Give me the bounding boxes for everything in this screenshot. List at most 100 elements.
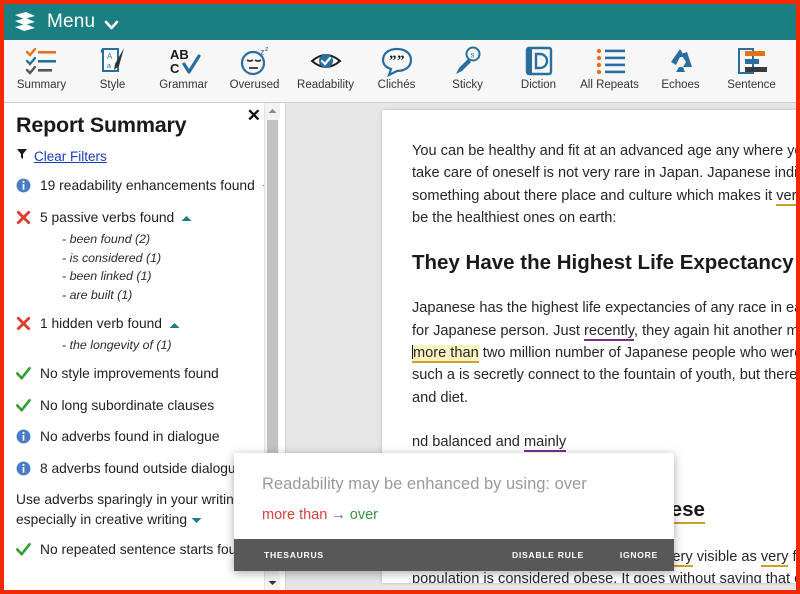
flagged-phrase[interactable]: is considered: [483, 570, 570, 583]
popup-hint-text: Readability may be enhanced by using: ov…: [262, 475, 587, 493]
popup-action-bar: THESAURUS DISABLE RULE IGNORE: [234, 539, 674, 571]
document-heading: They Have the Highest Life Expectancy: [412, 251, 794, 275]
ribbon-item-readability[interactable]: Readability: [290, 40, 361, 91]
arrow-right-icon: →: [331, 507, 346, 523]
ribbon-label: Clichés: [377, 79, 416, 91]
chevron-down-icon[interactable]: [191, 512, 202, 527]
top-menu-bar: Menu: [4, 4, 796, 40]
workspace: Report Summary Clear Filters 19 readabil…: [4, 103, 796, 590]
disable-rule-button[interactable]: DISABLE RULE: [512, 550, 584, 560]
scroll-down-arrow-icon[interactable]: [265, 575, 280, 590]
flagged-phrase-text: more than: [413, 344, 479, 361]
document-paragraph: Japanese has the highest life expectanci…: [412, 297, 796, 409]
ribbon-item-cliches[interactable]: ” ” Clichés: [361, 40, 432, 91]
summary-item[interactable]: 1 hidden verb found - the longevity of (…: [16, 314, 273, 355]
ribbon-label: All Repeats: [580, 79, 639, 91]
popup-body: Readability may be enhanced by using: ov…: [234, 453, 674, 539]
ignore-button[interactable]: IGNORE: [620, 550, 658, 560]
scroll-up-arrow-icon[interactable]: [265, 103, 280, 118]
summary-item[interactable]: 5 passive verbs found - been found (2) -…: [16, 208, 273, 306]
scroll-quill-icon: A a: [96, 45, 130, 77]
popup-suggestion[interactable]: more than → over: [262, 507, 646, 523]
sublist-entry: - been linked (1): [62, 269, 152, 284]
check-icon: [16, 540, 33, 563]
flagged-phrase-active[interactable]: more than: [412, 344, 479, 363]
ribbon-label: Overused: [229, 79, 280, 91]
text-run: that obesi: [765, 570, 796, 583]
text-run: two million number of Japanese people wh…: [482, 344, 796, 361]
ribbon-item-all-repeats[interactable]: All Repeats: [574, 40, 645, 91]
svg-text:s: s: [470, 51, 474, 60]
svg-text:AB: AB: [170, 47, 189, 62]
suggestion-original: more than: [262, 507, 328, 523]
chevron-down-icon[interactable]: [104, 17, 119, 30]
sticky-pen-icon: s: [451, 45, 485, 77]
flagged-word[interactable]: very: [776, 187, 796, 206]
suggestion-popup[interactable]: Readability may be enhanced by using: ov…: [234, 453, 674, 571]
summary-item-text: 19 readability enhancements found: [40, 178, 255, 193]
check-icon: [16, 396, 33, 419]
text-run: and diet.: [412, 389, 468, 406]
text-run: visible as: [692, 548, 761, 565]
ribbon-label: Grammar: [159, 79, 208, 91]
ribbon-item-grammar[interactable]: AB C Grammar: [148, 40, 219, 91]
prowritingaid-window: Menu Summary A a Style AB C Grammar z z …: [0, 0, 800, 594]
close-panel-button[interactable]: ✕: [247, 107, 261, 124]
stacked-pages-logo-icon: [12, 11, 38, 33]
svg-text:z: z: [265, 46, 269, 53]
summary-sublist: - been found (2) - is considered (1) - b…: [62, 230, 273, 305]
panel-title: Report Summary: [16, 113, 187, 137]
funnel-icon: [16, 147, 28, 165]
ribbon-item-summary[interactable]: Summary: [6, 40, 77, 91]
text-run: for Japanese person. Just: [412, 322, 584, 339]
ribbon-label: Style: [99, 79, 126, 91]
summary-item-text: No adverbs found in dialogue: [40, 429, 220, 445]
chevron-up-icon[interactable]: [169, 315, 180, 335]
summary-item-text: 1 hidden verb found: [40, 316, 162, 332]
flagged-word[interactable]: recently: [583, 322, 635, 341]
quote-bubble-icon: ” ”: [380, 45, 414, 77]
menu-label[interactable]: Menu: [47, 11, 95, 33]
text-run: You can be healthy and fit at an advance…: [412, 143, 796, 159]
ribbon-item-overused[interactable]: z z Overused: [219, 40, 290, 91]
sublist-entry: - the longevity of (1): [62, 338, 172, 353]
summary-item[interactable]: No long subordinate clauses: [16, 396, 273, 419]
document-paragraph: You can be healthy and fit at an advance…: [412, 140, 796, 229]
chevron-up-icon[interactable]: [181, 208, 192, 228]
sleeping-face-icon: z z: [238, 45, 272, 77]
ribbon-label: Summary: [16, 79, 67, 91]
ribbon-item-style[interactable]: A a Style: [77, 40, 148, 91]
summary-item-text: No long subordinate clauses: [40, 397, 215, 413]
info-icon: [16, 459, 33, 482]
flagged-phrase[interactable]: It goes without saying: [621, 570, 762, 583]
ribbon-item-diction[interactable]: Diction: [503, 40, 574, 91]
text-run: such a is secretly connect to the founta…: [412, 367, 796, 384]
ribbon-label: Sticky: [452, 79, 483, 91]
sentence-bars-icon: [735, 45, 769, 77]
flagged-word[interactable]: very: [760, 548, 789, 567]
sublist-entry: - been found (2): [62, 231, 151, 246]
summary-item-text: 5 passive verbs found: [40, 209, 175, 225]
text-run: population: [412, 570, 484, 583]
clear-filters-link[interactable]: Clear Filters: [34, 149, 107, 164]
svg-text:”: ”: [389, 53, 397, 69]
text-run: nd balanced and: [412, 433, 524, 450]
summary-item[interactable]: No adverbs found in dialogue: [16, 427, 273, 450]
ribbon-item-echoes[interactable]: Echoes: [645, 40, 716, 91]
checklist-icon: [25, 45, 59, 77]
abc-check-icon: AB C: [167, 45, 201, 77]
summary-item[interactable]: 19 readability enhancements found: [16, 176, 273, 199]
ribbon-item-sentence[interactable]: Sentence: [716, 40, 787, 91]
clear-filters-row[interactable]: Clear Filters: [16, 147, 273, 165]
ribbon-label: Diction: [520, 79, 557, 91]
text-run: be the healthiest ones on earth:: [412, 209, 617, 226]
note-text: Use adverbs sparingly in your writing, e…: [16, 492, 246, 527]
ribbon-item-sticky[interactable]: s Sticky: [432, 40, 503, 91]
info-icon: [16, 427, 33, 450]
flagged-word[interactable]: mainly: [523, 433, 567, 452]
error-x-icon: [16, 314, 33, 355]
thesaurus-button[interactable]: THESAURUS: [264, 550, 324, 560]
summary-item[interactable]: No style improvements found: [16, 364, 273, 387]
recycle-icon: [664, 45, 698, 77]
suggestion-replacement[interactable]: over: [350, 507, 378, 523]
